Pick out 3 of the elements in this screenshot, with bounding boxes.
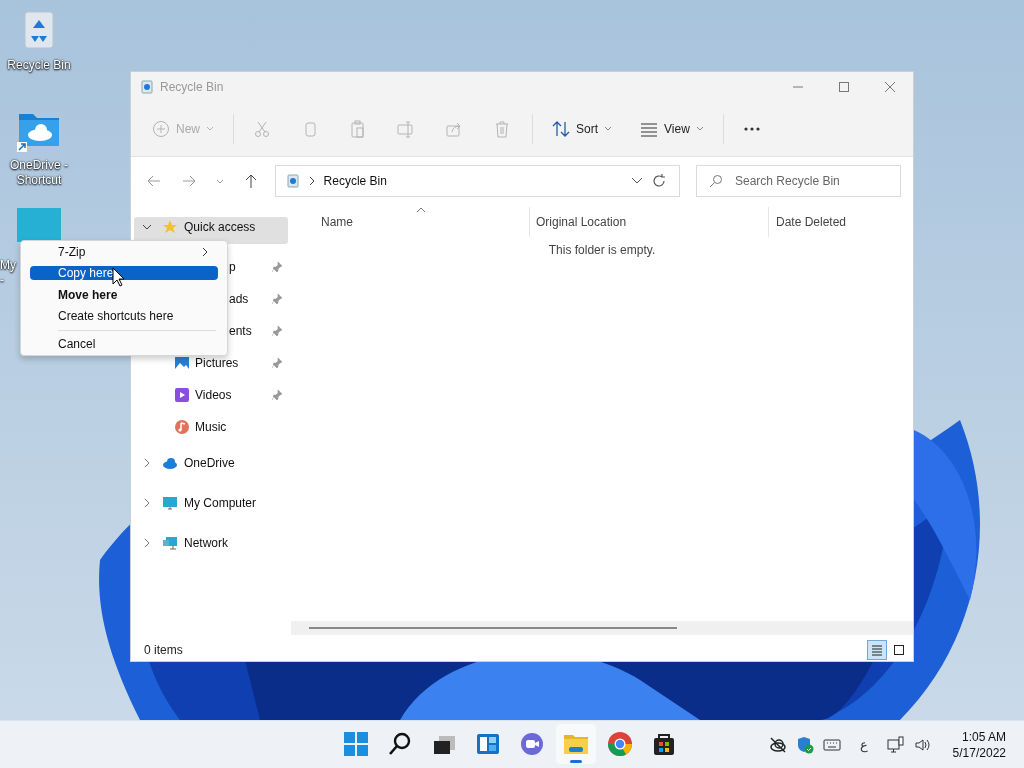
item-count: 0 items [144,643,183,657]
empty-message: This folder is empty. [547,243,657,257]
window-title: Recycle Bin [160,80,224,94]
